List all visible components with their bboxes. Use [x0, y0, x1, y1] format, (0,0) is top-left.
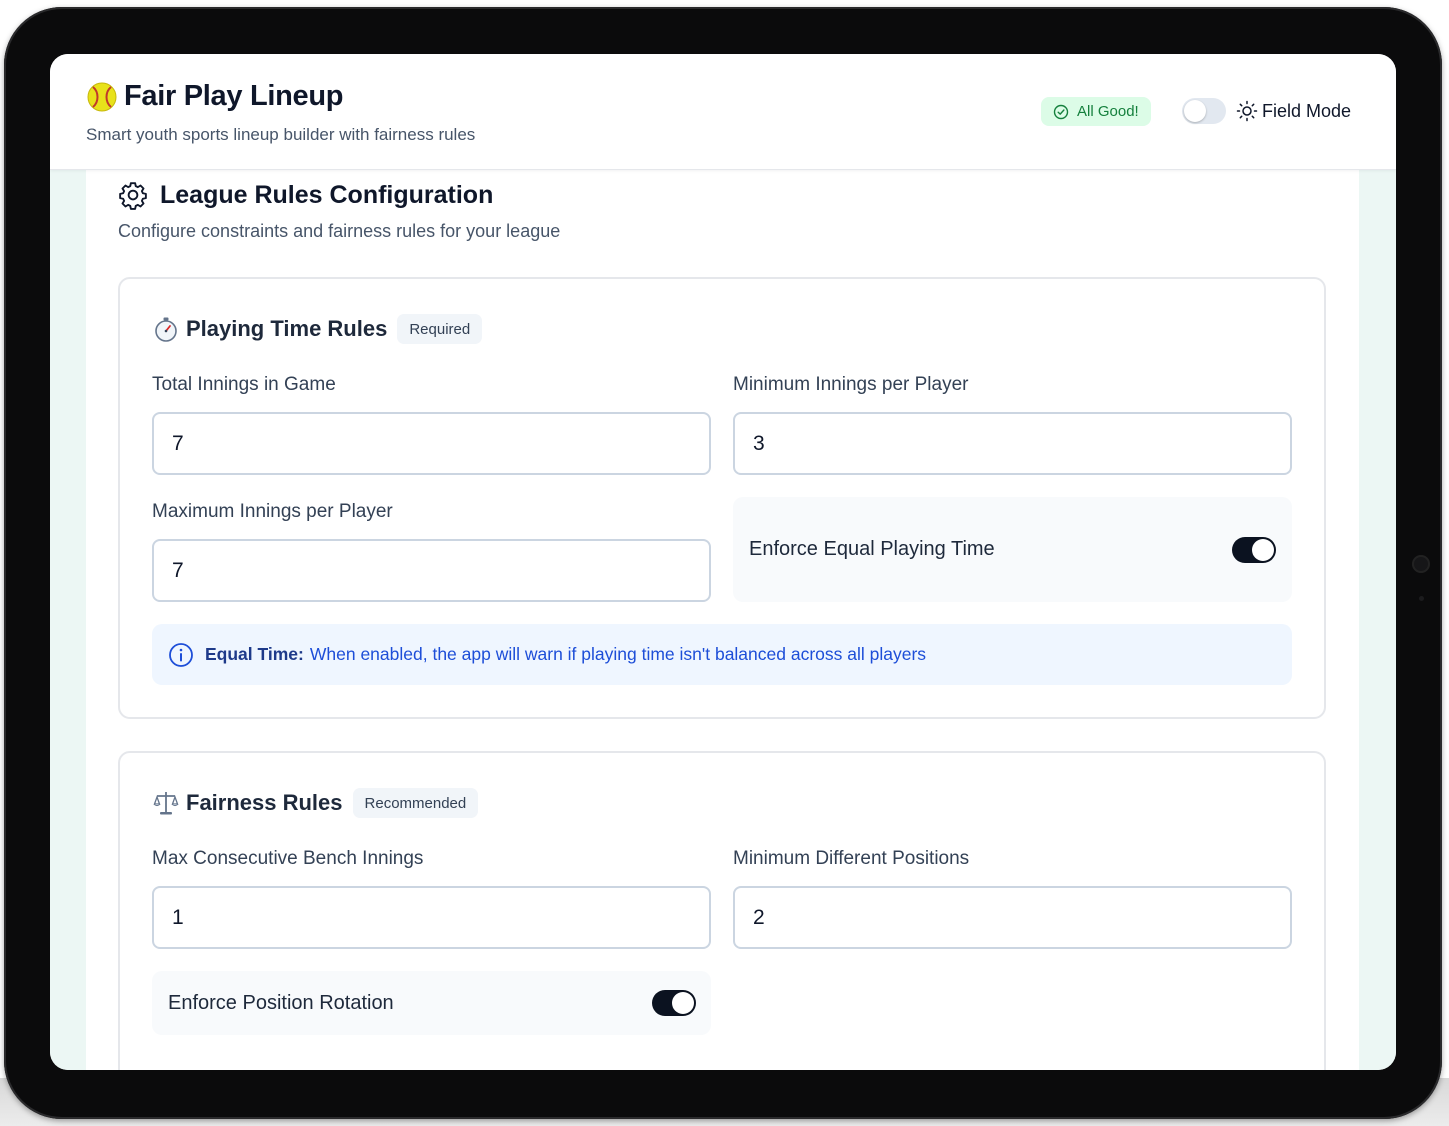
config-title: League Rules Configuration [160, 180, 494, 209]
status-badge: All Good! [1041, 97, 1151, 126]
stopwatch-icon [155, 317, 177, 342]
info-text: When enabled, the app will warn if playi… [309, 644, 927, 664]
config-heading: League Rules Configuration [118, 180, 493, 210]
brand: Fair Play Lineup [86, 80, 344, 113]
equal-time-toggle[interactable] [1232, 537, 1276, 563]
sun-icon [1236, 100, 1258, 122]
min-innings-label: Minimum Innings per Player [733, 374, 969, 395]
min-innings-input[interactable] [733, 412, 1292, 475]
fairness-title: Fairness Rules [186, 790, 343, 815]
max-innings-label: Maximum Innings per Player [152, 501, 393, 522]
min-positions-label: Minimum Different Positions [733, 848, 970, 869]
app-header: Fair Play Lineup Smart youth sports line… [50, 54, 1396, 170]
app-title: Fair Play Lineup [124, 80, 344, 112]
toggle-knob [1252, 539, 1274, 561]
gear-icon [119, 182, 147, 210]
equal-time-label: Enforce Equal Playing Time [749, 538, 995, 560]
equal-time-row: Enforce Equal Playing Time [733, 497, 1292, 602]
total-innings-label: Total Innings in Game [152, 374, 336, 395]
max-innings-input[interactable] [152, 539, 711, 602]
rotation-row: Enforce Position Rotation [152, 971, 711, 1035]
field-mode-toggle[interactable] [1182, 98, 1226, 124]
check-circle-icon [1053, 104, 1069, 119]
app-subtitle: Smart youth sports lineup builder with f… [86, 125, 476, 144]
config-description: Configure constraints and fairness rules… [118, 221, 561, 241]
fairness-heading: Fairness Rules Recommended [152, 788, 479, 818]
info-icon [169, 642, 193, 667]
required-badge: Required [397, 314, 483, 344]
camera-icon [1412, 555, 1430, 573]
rotation-label: Enforce Position Rotation [168, 992, 394, 1014]
info-strong: Equal Time: [205, 644, 304, 664]
scales-icon [153, 792, 179, 815]
playing-time-heading: Playing Time Rules Required [152, 314, 483, 344]
field-mode-label[interactable]: Field Mode [1262, 101, 1351, 122]
softball-icon [87, 82, 117, 111]
sensor-dot [1419, 596, 1424, 601]
recommended-badge: Recommended [352, 788, 479, 818]
max-bench-input[interactable] [152, 886, 711, 949]
total-innings-input[interactable] [152, 412, 711, 475]
min-positions-input[interactable] [733, 886, 1292, 949]
toggle-knob [672, 992, 694, 1014]
rotation-toggle[interactable] [652, 990, 696, 1016]
app-screen: Fair Play Lineup Smart youth sports line… [50, 54, 1396, 1070]
status-text: All Good! [1077, 103, 1139, 120]
toggle-knob [1184, 100, 1206, 122]
playing-time-title: Playing Time Rules [186, 316, 388, 341]
equal-time-info: Equal Time: When enabled, the app will w… [152, 624, 1292, 685]
max-bench-label: Max Consecutive Bench Innings [152, 848, 424, 869]
